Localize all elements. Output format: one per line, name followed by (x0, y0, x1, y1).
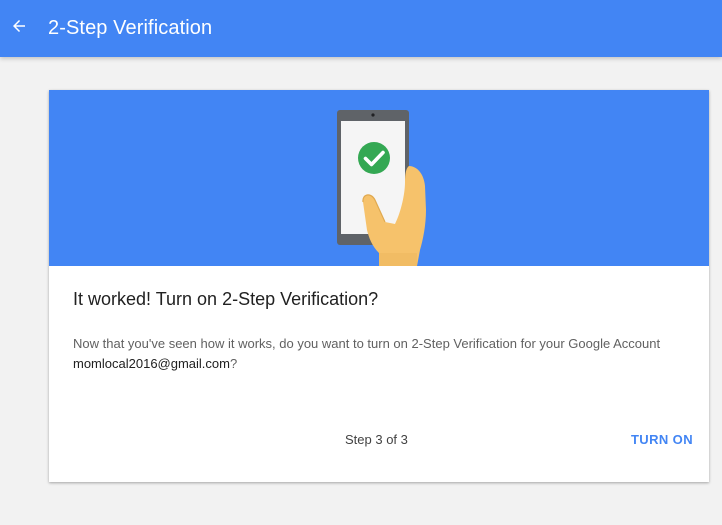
hero-banner (49, 90, 709, 266)
page-title: 2-Step Verification (48, 17, 213, 39)
card-description: Now that you've seen how it works, do yo… (73, 334, 673, 374)
arrow-back-icon (10, 17, 28, 40)
description-suffix: ? (229, 356, 238, 371)
description-text: Now that you've seen how it works, do yo… (73, 336, 661, 351)
app-bar: 2-Step Verification (0, 0, 722, 57)
phone-check-illustration (337, 110, 426, 266)
verification-card: It worked! Turn on 2-Step Verification? … (49, 90, 709, 482)
account-email: momlocal2016@gmail.com (73, 356, 230, 371)
step-indicator: Step 3 of 3 (345, 432, 408, 447)
back-button[interactable] (2, 12, 36, 46)
turn-on-button[interactable]: TURN ON (629, 426, 695, 453)
card-title: It worked! Turn on 2-Step Verification? (73, 289, 379, 309)
